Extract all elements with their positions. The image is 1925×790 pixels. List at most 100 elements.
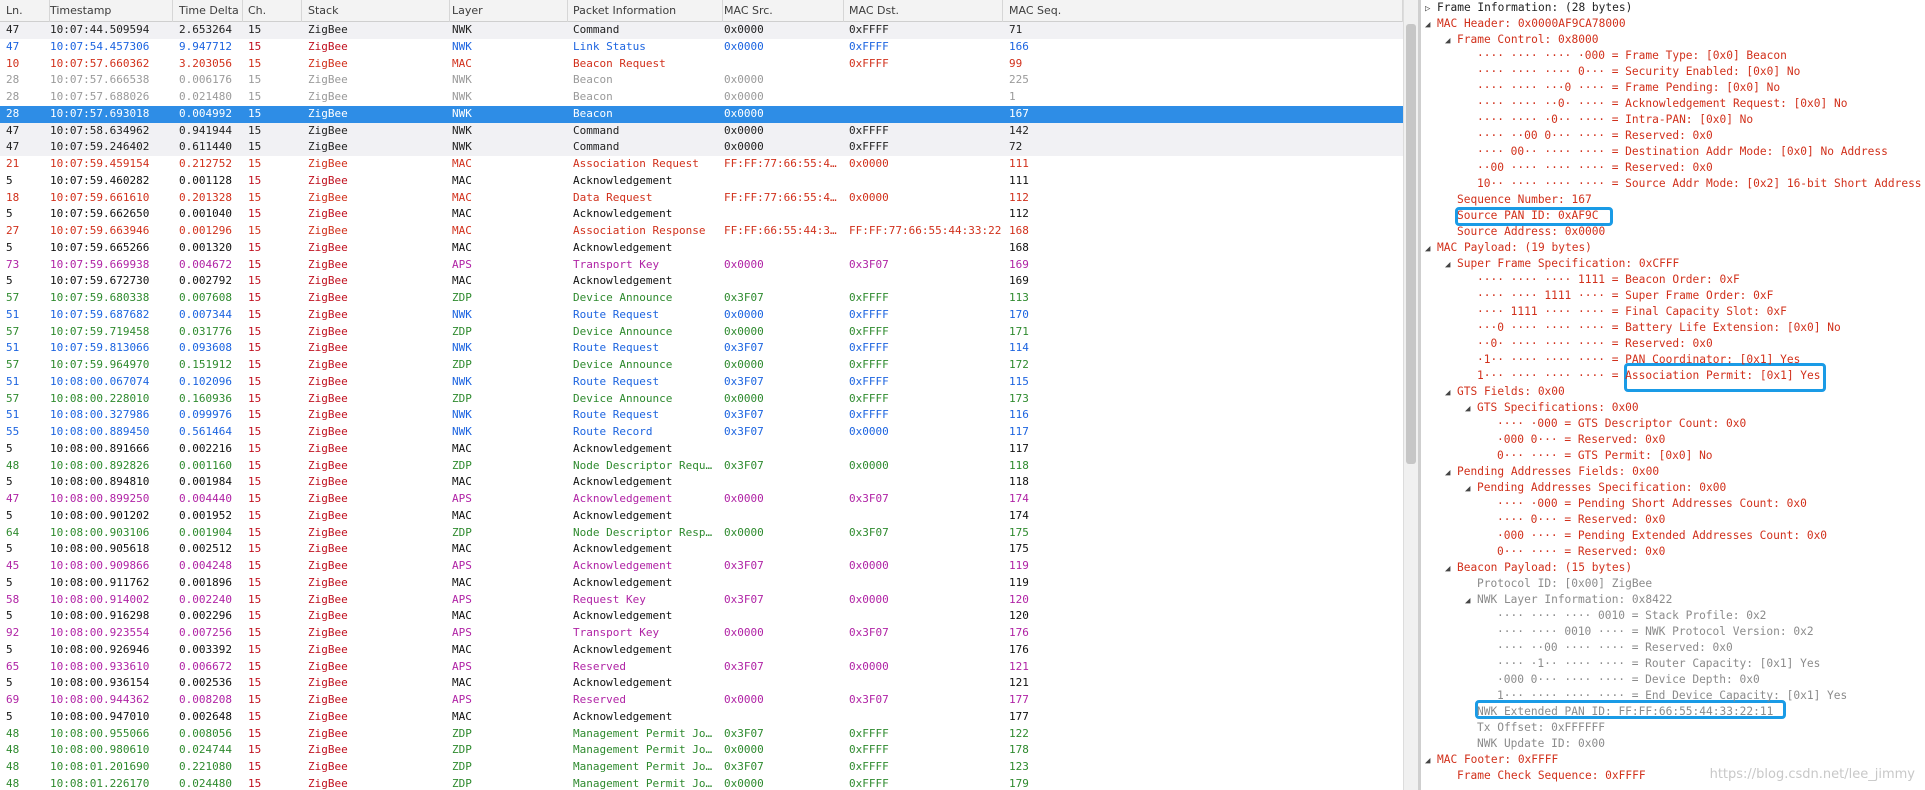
detail-tree-item[interactable]: ···· ···· ···0 ···· = Frame Pending: [0x… — [1465, 80, 1780, 96]
detail-tree-item[interactable]: ··0· ···· ···· ···· = Reserved: 0x0 — [1465, 336, 1713, 352]
detail-tree-item[interactable]: NWK Update ID: 0x00 — [1465, 736, 1605, 752]
detail-tree-item[interactable]: ···· ···· 0010 ···· = NWK Protocol Versi… — [1485, 624, 1814, 640]
packet-row[interactable]: 57 10:07:59.964970 0.151912 15 ZigBee ZDP Devi… — [0, 357, 1403, 374]
packet-row[interactable]: 5 10:07:59.672730 0.002792 15 ZigBee MAC Ackno… — [0, 273, 1403, 290]
detail-tree-item[interactable]: Protocol ID: [0x00] ZigBee — [1465, 576, 1652, 592]
packet-row[interactable]: 18 10:07:59.661610 0.201328 15 ZigBee MAC Data… — [0, 190, 1403, 207]
packet-row[interactable]: 58 10:08:00.914002 0.002240 15 ZigBee APS Requ… — [0, 592, 1403, 609]
detail-tree-item[interactable]: ···· ·000 = Pending Short Addresses Coun… — [1485, 496, 1807, 512]
detail-tree-item[interactable]: ◢ Super Frame Specification: 0xCFFF — [1445, 256, 1679, 272]
packet-row[interactable]: 27 10:07:59.663946 0.001296 15 ZigBee MAC Asso… — [0, 223, 1403, 240]
detail-tree-item[interactable]: ◢ GTS Specifications: 0x00 — [1465, 400, 1639, 416]
column-header-stack[interactable]: Stack — [302, 0, 450, 22]
packet-row[interactable]: 65 10:08:00.933610 0.006672 15 ZigBee APS Rese… — [0, 659, 1403, 676]
packet-row[interactable]: 51 10:08:00.327986 0.099976 15 ZigBee NWK Rout… — [0, 407, 1403, 424]
packet-row[interactable]: 5 10:08:00.916298 0.002296 15 ZigBee MAC Ackno… — [0, 608, 1403, 625]
packet-row[interactable]: 48 10:08:01.226170 0.024480 15 ZigBee ZDP Mana… — [0, 776, 1403, 790]
packet-row[interactable]: 5 10:08:00.901202 0.001952 15 ZigBee MAC Ackno… — [0, 508, 1403, 525]
detail-tree-item[interactable]: ▷ Frame Information: (28 bytes) — [1425, 0, 1632, 16]
detail-tree-item[interactable]: ···· ·000 = GTS Descriptor Count: 0x0 — [1485, 416, 1746, 432]
detail-tree-item[interactable]: ···· ···· ···· 1111 = Beacon Order: 0xF — [1465, 272, 1740, 288]
packet-row[interactable]: 51 10:07:59.687682 0.007344 15 ZigBee NWK Rout… — [0, 307, 1403, 324]
packet-row[interactable]: 5 10:07:59.662650 0.001040 15 ZigBee MAC Ackno… — [0, 206, 1403, 223]
packet-row[interactable]: 5 10:07:59.665266 0.001320 15 ZigBee MAC Ackno… — [0, 240, 1403, 257]
column-header-mac-seq[interactable]: MAC Seq. — [1003, 0, 1403, 22]
detail-tree-item[interactable]: ◢ GTS Fields: 0x00 — [1445, 384, 1565, 400]
packet-row[interactable]: 51 10:07:59.813066 0.093608 15 ZigBee NWK Rout… — [0, 340, 1403, 357]
packet-row[interactable]: 28 10:07:57.688026 0.021480 15 ZigBee NWK Beac… — [0, 89, 1403, 106]
packet-row[interactable]: 5 10:08:00.947010 0.002648 15 ZigBee MAC Ackno… — [0, 709, 1403, 726]
detail-tree-item[interactable]: 10·· ···· ···· ···· = Source Addr Mode: … — [1465, 176, 1922, 192]
packet-row[interactable]: 73 10:07:59.669938 0.004672 15 ZigBee APS Tran… — [0, 257, 1403, 274]
expanded-arrow-icon[interactable]: ◢ — [1425, 241, 1437, 257]
detail-tree-item[interactable]: Frame Check Sequence: 0xFFFF — [1445, 768, 1646, 784]
column-header-mac-src[interactable]: MAC Src. — [718, 0, 844, 22]
packet-row[interactable]: 21 10:07:59.459154 0.212752 15 ZigBee MAC Asso… — [0, 156, 1403, 173]
detail-tree-item[interactable]: ···· ···· ···· 0··· = Security Enabled: … — [1465, 64, 1800, 80]
packet-list-pane[interactable]: Ln. Timestamp Time Delta Ch. Stack Layer… — [0, 0, 1403, 790]
packet-row[interactable]: 5 10:08:00.936154 0.002536 15 ZigBee MAC Ackno… — [0, 675, 1403, 692]
expanded-arrow-icon[interactable]: ◢ — [1445, 385, 1457, 401]
packet-row[interactable]: 47 10:07:59.246402 0.611440 15 ZigBee NWK Comm… — [0, 139, 1403, 156]
detail-tree-item[interactable]: Source PAN ID: 0xAF9C — [1445, 208, 1598, 224]
detail-tree-item[interactable]: 1··· ···· ···· ···· = End Device Capacit… — [1485, 688, 1847, 704]
expanded-arrow-icon[interactable]: ◢ — [1465, 401, 1477, 417]
detail-tree-item[interactable]: ···· ···· ·0·· ···· = Intra-PAN: [0x0] N… — [1465, 112, 1753, 128]
packet-row[interactable]: 47 10:07:44.509594 2.653264 15 ZigBee NWK Comm… — [0, 22, 1403, 39]
packet-row[interactable]: 5 10:08:00.891666 0.002216 15 ZigBee MAC Ackno… — [0, 441, 1403, 458]
packet-row[interactable]: 45 10:08:00.909866 0.004248 15 ZigBee APS Ackn… — [0, 558, 1403, 575]
detail-tree-item[interactable]: ···· ·1·· ···· ···· = Router Capacity: [… — [1485, 656, 1820, 672]
detail-tree-item[interactable]: Sequence Number: 167 — [1445, 192, 1592, 208]
packet-row[interactable]: 47 10:07:58.634962 0.941944 15 ZigBee NWK Comm… — [0, 122, 1403, 140]
expanded-arrow-icon[interactable]: ◢ — [1445, 465, 1457, 481]
packet-row[interactable]: 48 10:08:01.201690 0.221080 15 ZigBee ZDP Mana… — [0, 759, 1403, 776]
detail-tree-item[interactable]: ···· ···· 1111 ···· = Super Frame Order:… — [1465, 288, 1773, 304]
detail-tree-item[interactable]: ···0 ···· ···· ···· = Battery Life Exten… — [1465, 320, 1841, 336]
detail-tree-item[interactable]: Source Address: 0x0000 — [1445, 224, 1605, 240]
detail-tree-item[interactable]: 0··· ···· = Reserved: 0x0 — [1485, 544, 1665, 560]
expanded-arrow-icon[interactable]: ◢ — [1425, 17, 1437, 33]
packet-row[interactable]: 57 10:07:59.719458 0.031776 15 ZigBee ZDP Devi… — [0, 324, 1403, 341]
column-header-layer[interactable]: Layer — [446, 0, 568, 22]
column-header-mac-dst[interactable]: MAC Dst. — [843, 0, 1003, 22]
scroll-thumb[interactable] — [1406, 24, 1416, 464]
expanded-arrow-icon[interactable]: ◢ — [1465, 593, 1477, 609]
detail-tree-item[interactable]: ···· ··00 ···· ···· = Reserved: 0x0 — [1485, 640, 1733, 656]
detail-tree-item[interactable]: ··00 ···· ···· ···· = Reserved: 0x0 — [1465, 160, 1713, 176]
packet-row[interactable]: 69 10:08:00.944362 0.008208 15 ZigBee APS Rese… — [0, 692, 1403, 709]
detail-tree-item[interactable]: ···· ···· ···· 0010 = Stack Profile: 0x2 — [1485, 608, 1766, 624]
packet-row[interactable]: 47 10:07:54.457306 9.947712 15 ZigBee NWK Link… — [0, 39, 1403, 56]
column-header-time-delta[interactable]: Time Delta — [173, 0, 243, 22]
detail-tree-item[interactable]: 1··· ···· ···· ···· = Association Permit… — [1465, 368, 1821, 384]
packet-row[interactable]: 5 10:07:59.460282 0.001128 15 ZigBee MAC Ackno… — [0, 173, 1403, 190]
column-header-packet-info[interactable]: Packet Information — [567, 0, 723, 22]
detail-tree-item[interactable]: ·1·· ···· ···· ···· = PAN Coordinator: [… — [1465, 352, 1800, 368]
expanded-arrow-icon[interactable]: ◢ — [1445, 33, 1457, 49]
packet-row[interactable]: 5 10:08:00.926946 0.003392 15 ZigBee MAC Ackno… — [0, 642, 1403, 659]
detail-tree-item[interactable]: ···· ··00 0··· ···· = Reserved: 0x0 — [1465, 128, 1713, 144]
detail-tree-item[interactable]: ◢ Frame Control: 0x8000 — [1445, 32, 1598, 48]
packet-row[interactable]: 28 10:07:57.666538 0.006176 15 ZigBee NWK Beac… — [0, 72, 1403, 89]
expanded-arrow-icon[interactable]: ◢ — [1425, 753, 1437, 769]
detail-tree-item[interactable]: ···· 1111 ···· ···· = Final Capacity Slo… — [1465, 304, 1787, 320]
expanded-arrow-icon[interactable]: ◢ — [1445, 257, 1457, 273]
packet-row[interactable]: 10 10:07:57.660362 3.203056 15 ZigBee MAC Beac… — [0, 56, 1403, 73]
packet-row[interactable]: 57 10:07:59.680338 0.007608 15 ZigBee ZDP Devi… — [0, 290, 1403, 307]
expanded-arrow-icon[interactable]: ◢ — [1465, 481, 1477, 497]
packet-row[interactable]: 92 10:08:00.923554 0.007256 15 ZigBee APS Tran… — [0, 625, 1403, 642]
expanded-arrow-icon[interactable]: ◢ — [1445, 561, 1457, 577]
packet-row[interactable]: 57 10:08:00.228010 0.160936 15 ZigBee ZDP Devi… — [0, 391, 1403, 408]
packet-row[interactable]: 48 10:08:00.892826 0.001160 15 ZigBee ZDP Node… — [0, 458, 1403, 475]
detail-tree-item[interactable]: ◢ Pending Addresses Fields: 0x00 — [1445, 464, 1659, 480]
detail-tree-item[interactable]: ◢ MAC Payload: (19 bytes) — [1425, 240, 1592, 256]
packet-row[interactable]: 55 10:08:00.889450 0.561464 15 ZigBee NWK Rout… — [0, 424, 1403, 441]
column-header-timestamp[interactable]: Timestamp — [44, 0, 173, 22]
packet-row[interactable]: 51 10:08:00.067074 0.102096 15 ZigBee NWK Rout… — [0, 374, 1403, 391]
detail-tree-item[interactable]: ···· 00·· ···· ···· = Destination Addr M… — [1465, 144, 1888, 160]
packet-row[interactable]: 5 10:08:00.894810 0.001984 15 ZigBee MAC Ackno… — [0, 474, 1403, 491]
detail-tree-item[interactable]: ◢ MAC Footer: 0xFFFF — [1425, 752, 1558, 768]
detail-tree-item[interactable]: ·000 0··· ···· ···· = Device Depth: 0x0 — [1485, 672, 1760, 688]
packet-row[interactable]: 48 10:08:00.955066 0.008056 15 ZigBee ZDP Mana… — [0, 726, 1403, 743]
column-header-channel[interactable]: Ch. — [242, 0, 302, 22]
collapsed-arrow-icon[interactable]: ▷ — [1425, 1, 1437, 17]
